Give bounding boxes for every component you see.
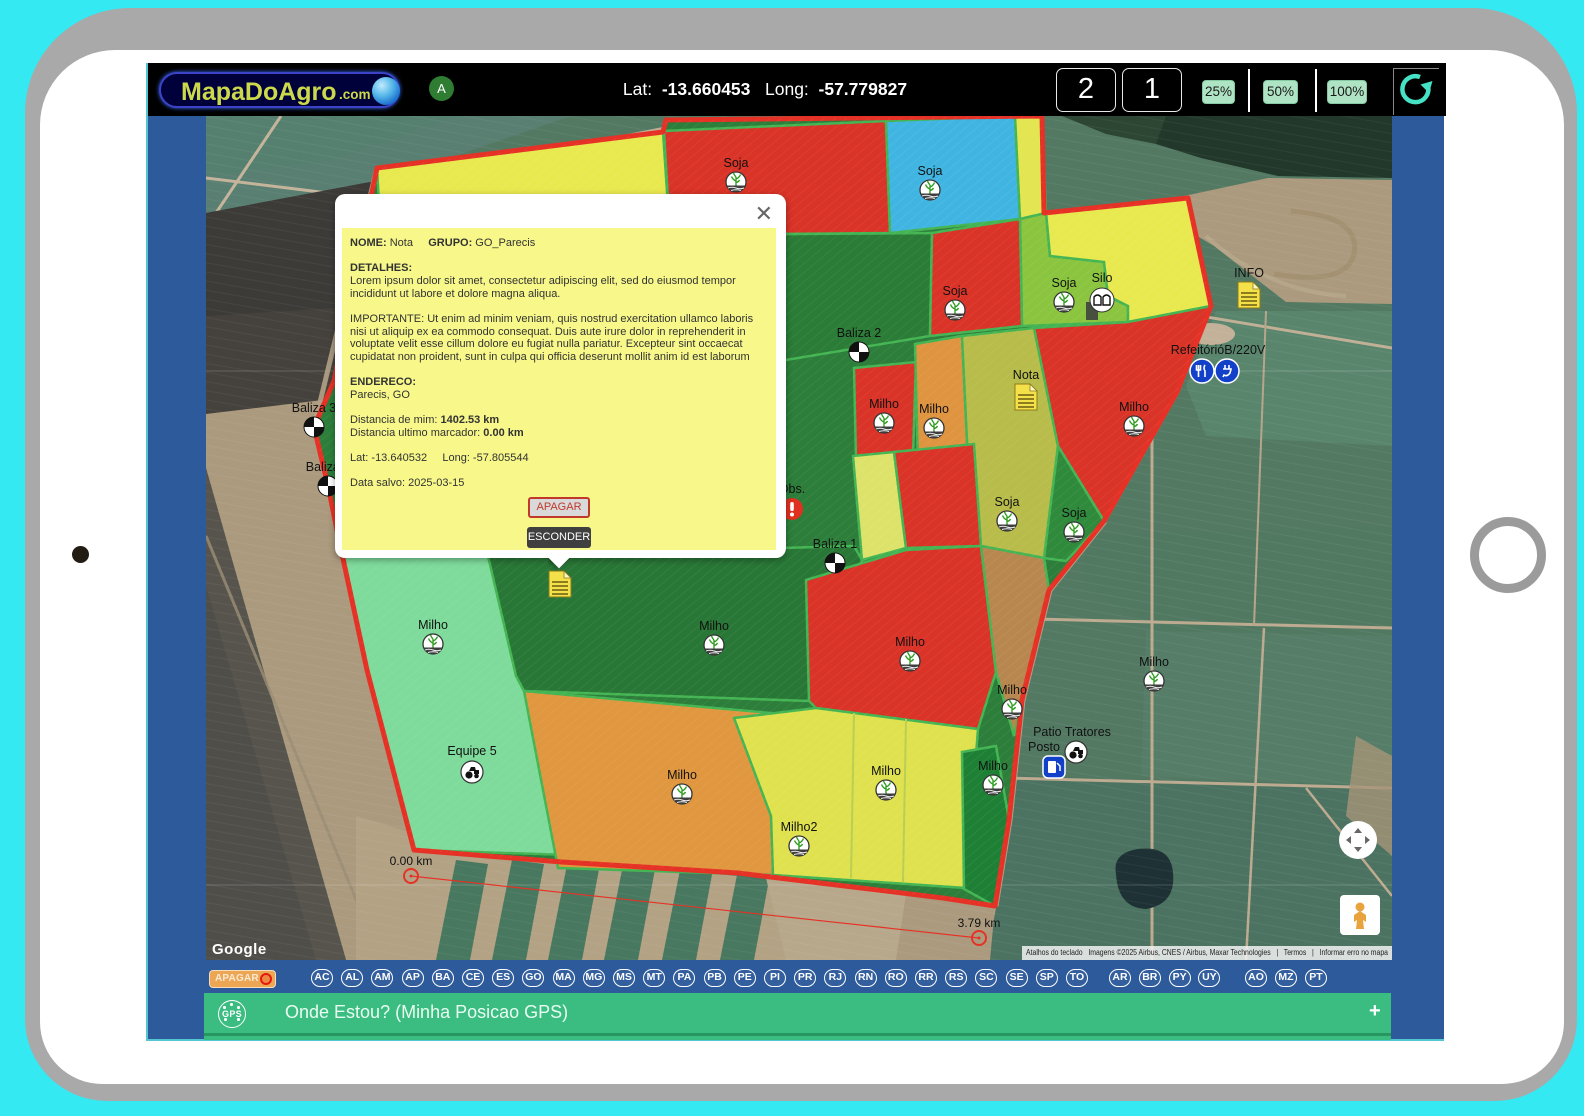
svg-text:Milho: Milho xyxy=(997,683,1027,697)
svg-text:Google: Google xyxy=(212,941,267,958)
svg-text:Milho: Milho xyxy=(869,397,899,411)
svg-text:Atalhos do teclado Imagens ©: Atalhos do teclado Imagens ©2025 Airbus,… xyxy=(1026,948,1389,957)
svg-text:0.00 km: 0.00 km xyxy=(390,854,433,868)
svg-text:Equipe 5: Equipe 5 xyxy=(447,744,496,758)
svg-text:Soja: Soja xyxy=(942,284,967,298)
svg-text:Milho: Milho xyxy=(1139,655,1169,669)
svg-text:Soja: Soja xyxy=(994,495,1019,509)
svg-text:Milho: Milho xyxy=(667,768,697,782)
svg-text:RefeitórióB/220V: RefeitórióB/220V xyxy=(1171,343,1266,357)
svg-text:Baliza 1: Baliza 1 xyxy=(813,537,858,551)
svg-text:Nota: Nota xyxy=(1013,368,1039,382)
svg-text:Milho: Milho xyxy=(699,619,729,633)
svg-text:Silo: Silo xyxy=(1092,271,1113,285)
svg-text:3.79 km: 3.79 km xyxy=(958,916,1001,930)
svg-text:Milho: Milho xyxy=(871,764,901,778)
svg-text:Posto: Posto xyxy=(1028,740,1060,754)
svg-text:INFO: INFO xyxy=(1234,266,1264,280)
svg-text:Milho: Milho xyxy=(919,402,949,416)
svg-text:Soja: Soja xyxy=(917,164,942,178)
svg-text:Milho: Milho xyxy=(1119,400,1149,414)
svg-text:Baliza 3: Baliza 3 xyxy=(292,401,337,415)
svg-text:Milho: Milho xyxy=(895,635,925,649)
svg-text:Milho: Milho xyxy=(978,759,1008,773)
svg-text:Milho2: Milho2 xyxy=(781,820,818,834)
svg-text:Milho: Milho xyxy=(418,618,448,632)
svg-text:Soja: Soja xyxy=(723,156,748,170)
svg-text:Baliza 2: Baliza 2 xyxy=(837,326,882,340)
svg-text:Patio Tratores: Patio Tratores xyxy=(1033,725,1111,739)
svg-text:Soja: Soja xyxy=(1051,276,1076,290)
svg-text:Soja: Soja xyxy=(1061,506,1086,520)
